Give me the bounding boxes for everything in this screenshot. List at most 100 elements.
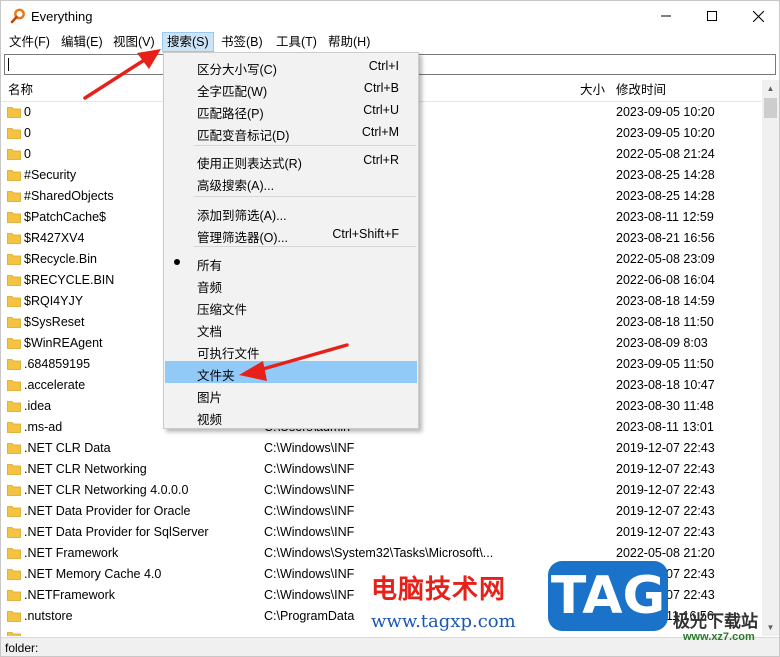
search-menu-item[interactable]: 管理筛选器(O)... Ctrl+Shift+F xyxy=(165,223,417,245)
row-name: .NETFramework xyxy=(24,588,115,602)
table-row[interactable]: .NET CLR Networking 4.0.0.0 C:\Windows\IN… xyxy=(1,480,761,501)
row-modified: 2023-09-05 10:20 xyxy=(616,126,715,140)
search-menu-item[interactable]: 高级搜索(A)... xyxy=(165,171,417,193)
column-header-name[interactable]: 名称 xyxy=(8,80,33,100)
menu-edit[interactable]: 编辑(E) xyxy=(57,33,107,51)
row-modified: 2023-08-11 12:59 xyxy=(616,210,714,224)
row-modified: 2022-05-08 23:09 xyxy=(616,252,715,266)
watermark-xz-name: 极光下载站 xyxy=(673,612,758,632)
menu-item-label: 可执行文件 xyxy=(197,347,260,361)
menu-item-shortcut: Ctrl+B xyxy=(363,81,399,95)
folder-icon xyxy=(7,296,21,307)
table-row[interactable]: .NET Data Provider for SqlServer C:\Windo… xyxy=(1,522,761,543)
search-menu-item[interactable]: 使用正则表达式(R) Ctrl+R xyxy=(165,149,417,171)
vertical-scrollbar[interactable]: ▲ ▼ xyxy=(762,80,779,636)
folder-icon xyxy=(7,485,21,496)
search-menu-item[interactable]: 可执行文件 xyxy=(165,339,417,361)
scroll-thumb[interactable] xyxy=(764,98,777,118)
folder-icon xyxy=(7,338,21,349)
folder-icon xyxy=(7,212,21,223)
menu-file[interactable]: 文件(F) xyxy=(5,33,54,51)
minimize-button[interactable] xyxy=(643,1,689,31)
row-modified: 2022-05-08 21:20 xyxy=(616,546,715,560)
column-header-modified[interactable]: 修改时间 xyxy=(616,80,666,100)
search-menu-item[interactable]: 压缩文件 xyxy=(165,295,417,317)
search-menu-item[interactable]: 全字匹配(W) Ctrl+B xyxy=(165,77,417,99)
row-path: C:\Windows\INF xyxy=(264,441,355,455)
column-header-size[interactable]: 大小 xyxy=(580,80,605,100)
row-modified: 2022-06-08 16:04 xyxy=(616,273,715,287)
menu-view[interactable]: 视图(V) xyxy=(109,33,159,51)
menu-item-label: 管理筛选器(O)... xyxy=(197,231,288,245)
menu-bookmarks[interactable]: 书签(B) xyxy=(217,33,267,51)
menu-item-shortcut: Ctrl+I xyxy=(368,59,399,73)
row-modified: 2023-08-18 10:47 xyxy=(616,378,715,392)
scroll-down-arrow-icon[interactable]: ▼ xyxy=(762,619,779,636)
menu-item-label: 视频 xyxy=(197,413,223,427)
folder-icon xyxy=(7,359,21,370)
folder-icon xyxy=(7,128,21,139)
folder-icon xyxy=(7,317,21,328)
maximize-icon xyxy=(707,11,717,21)
table-row[interactable]: .NET Data Provider for Oracle C:\Windows\… xyxy=(1,501,761,522)
menu-item-label: 使用正则表达式(R) xyxy=(197,157,302,171)
table-row[interactable]: .NET CLR Networking C:\Windows\INF 2019-12… xyxy=(1,459,761,480)
search-menu-item[interactable]: 匹配变音标记(D) Ctrl+M xyxy=(165,121,417,143)
menu-search[interactable]: 搜索(S) xyxy=(162,32,214,52)
row-modified: 2023-08-18 14:59 xyxy=(616,294,715,308)
folder-icon xyxy=(7,422,21,433)
search-menu-item[interactable]: 文档 xyxy=(165,317,417,339)
row-name: .684859195 xyxy=(24,357,91,371)
status-bar: folder: xyxy=(1,637,779,656)
row-name: $WinREAgent xyxy=(24,336,103,350)
menu-item-label: 高级搜索(A)... xyxy=(197,179,275,193)
search-menu-item[interactable]: 文件夹 xyxy=(165,361,417,383)
row-name: #Security xyxy=(24,168,77,182)
row-modified: 2023-08-11 13:01 xyxy=(616,420,714,434)
search-menu-item[interactable]: 所有 xyxy=(165,251,417,273)
row-modified: 2023-08-25 14:28 xyxy=(616,168,715,182)
folder-icon xyxy=(7,611,21,622)
row-name: 0 xyxy=(24,126,31,140)
menu-separator xyxy=(194,196,416,197)
table-row[interactable]: .NET CLR Data C:\Windows\INF 2019-12-07 22… xyxy=(1,438,761,459)
search-menu-item[interactable]: 添加到筛选(A)... xyxy=(165,201,417,223)
close-button[interactable] xyxy=(735,1,779,31)
everything-window: Everything 文件(F) 编辑(E) 视图(V) 搜索(S) 书签(B)… xyxy=(0,0,780,657)
row-modified: 2023-08-30 11:48 xyxy=(616,399,714,413)
row-name: .NET Framework xyxy=(24,546,119,560)
row-modified: 2023-09-05 10:20 xyxy=(616,105,715,119)
menu-item-label: 音频 xyxy=(197,281,223,295)
row-path: C:\Windows\INF xyxy=(264,462,355,476)
row-name: .NET Data Provider for SqlServer xyxy=(24,525,209,539)
menu-tools[interactable]: 工具(T) xyxy=(272,33,321,51)
folder-icon xyxy=(7,506,21,517)
row-modified: 2023-08-09 8:03 xyxy=(616,336,708,350)
folder-icon xyxy=(7,569,21,580)
row-name: .accelerate xyxy=(24,378,86,392)
folder-icon xyxy=(7,107,21,118)
search-menu-item[interactable]: 图片 xyxy=(165,383,417,405)
title-bar: Everything xyxy=(1,1,779,31)
menu-item-label: 区分大小写(C) xyxy=(197,63,277,77)
search-menu-item[interactable]: 音频 xyxy=(165,273,417,295)
search-menu-item[interactable]: 区分大小写(C) Ctrl+I xyxy=(165,55,417,77)
menu-item-label: 匹配路径(P) xyxy=(197,107,264,121)
minimize-icon xyxy=(661,15,671,17)
row-path: C:\Windows\INF xyxy=(264,483,355,497)
row-name: .nutstore xyxy=(24,609,73,623)
radio-bullet-icon xyxy=(174,259,180,265)
search-menu-item[interactable]: 匹配路径(P) Ctrl+U xyxy=(165,99,417,121)
folder-icon xyxy=(7,590,21,601)
scroll-up-arrow-icon[interactable]: ▲ xyxy=(762,80,779,97)
menu-help[interactable]: 帮助(H) xyxy=(324,33,374,51)
folder-icon xyxy=(7,401,21,412)
row-modified: 2019-12-07 22:43 xyxy=(616,483,715,497)
maximize-button[interactable] xyxy=(689,1,735,31)
search-menu-item[interactable]: 视频 xyxy=(165,405,417,427)
row-modified: 2019-12-07 22:43 xyxy=(616,504,715,518)
menu-item-shortcut: Ctrl+R xyxy=(363,153,399,167)
window-title: Everything xyxy=(31,9,93,24)
row-name: .idea xyxy=(24,399,52,413)
row-name: .NET CLR Networking xyxy=(24,462,147,476)
